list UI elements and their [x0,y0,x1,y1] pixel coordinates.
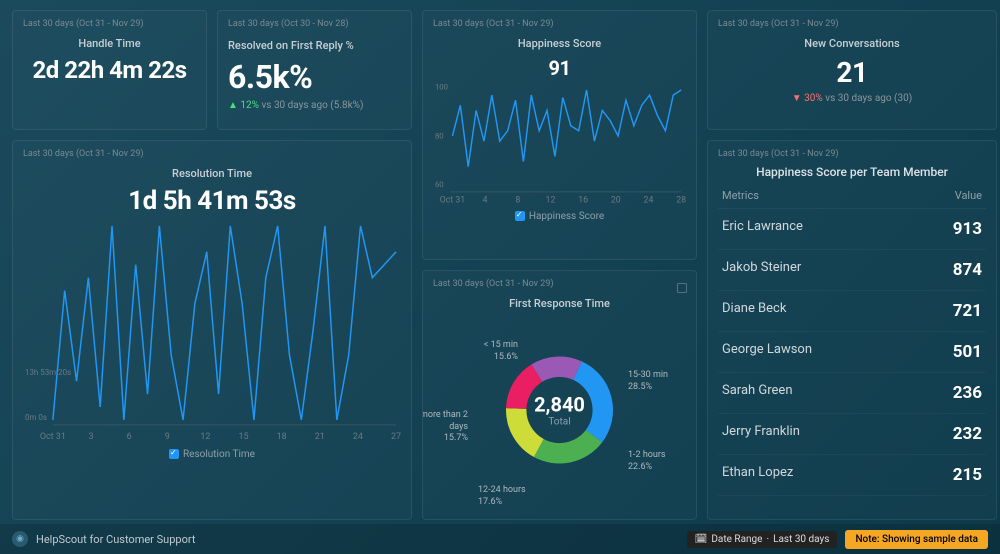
metric-value: 21 [718,56,986,89]
svg-text:100: 100 [435,83,448,92]
chart-legend[interactable]: Resolution Time [23,449,401,460]
member-value: 721 [953,301,982,321]
arrow-down-icon: ▼ [792,93,804,104]
svg-text:9: 9 [165,432,170,442]
svg-text:12: 12 [200,432,210,442]
metric-value: 6.5k% [228,58,401,96]
member-value: 913 [953,219,982,239]
svg-text:6: 6 [127,432,132,442]
svg-text:13h 53m 20s: 13h 53m 20s [25,368,71,377]
date-range-label: Last 30 days (Oct 30 - Nov 28) [228,19,401,29]
member-name: Sarah Green [722,383,793,403]
date-range-label: Last 30 days (Oct 31 - Nov 29) [718,149,986,159]
card-title: Resolved on First Reply % [228,39,401,52]
brand-title: HelpScout for Customer Support [36,533,195,546]
sample-data-note: Note: Showing sample data [845,530,988,549]
donut-slice-label: more than 2 days15.7% [422,410,468,445]
card-title: Happiness Score [433,37,686,50]
svg-text:16: 16 [578,196,588,206]
date-range-picker[interactable]: 🗓 Date Range · Last 30 days [687,531,838,548]
metric-value: 2d 22h 4m 22s [23,56,196,84]
card-title: First Response Time [433,297,686,310]
member-name: Ethan Lopez [722,465,793,485]
member-name: Jakob Steiner [722,260,801,280]
member-name: Jerry Franklin [722,424,800,444]
arrow-up-icon: ▲ [228,100,240,111]
card-title: Happiness Score per Team Member [718,165,986,179]
donut-center: 2,840 Total [534,393,585,428]
checkbox-icon[interactable] [515,211,525,221]
svg-text:28: 28 [676,196,686,206]
table-row[interactable]: Sarah Green 236 [718,373,986,414]
svg-text:12: 12 [546,196,556,206]
metric-delta: ▼ 30% vs 30 days ago (30) [718,93,986,104]
table-row[interactable]: Jakob Steiner 874 [718,250,986,291]
date-range-label: Last 30 days (Oct 31 - Nov 29) [433,279,686,289]
svg-text:8: 8 [515,196,520,206]
svg-text:27: 27 [391,432,401,442]
table-row[interactable]: Ethan Lopez 215 [718,455,986,496]
card-happiness-score: Last 30 days (Oct 31 - Nov 29) Happiness… [422,10,697,260]
table-row[interactable]: George Lawson 501 [718,332,986,373]
svg-text:0m 0s: 0m 0s [25,413,47,422]
date-range-label: Last 30 days (Oct 31 - Nov 29) [433,19,686,29]
happiness-line-chart: 100 80 60 Oct 31 4 8 12 16 20 24 28 [433,80,686,207]
member-value: 874 [953,260,982,280]
member-value: 215 [953,465,982,485]
date-range-label: Last 30 days (Oct 31 - Nov 29) [718,19,986,29]
svg-text:21: 21 [315,432,325,442]
card-handle-time: Last 30 days (Oct 31 - Nov 29) Handle Ti… [12,10,207,130]
card-title: New Conversations [718,37,986,50]
svg-text:15: 15 [238,432,248,442]
checkbox-icon[interactable] [169,449,179,459]
card-new-conversations: Last 30 days (Oct 31 - Nov 29) New Conve… [707,10,997,130]
svg-text:20: 20 [611,196,621,206]
date-range-label: Last 30 days (Oct 31 - Nov 29) [23,149,401,159]
card-resolution-time: Last 30 days (Oct 31 - Nov 29) Resolutio… [12,140,412,520]
svg-text:24: 24 [644,196,654,206]
member-value: 232 [953,424,982,444]
donut-slice-label: 1-2 hours22.6% [628,450,666,473]
svg-text:60: 60 [435,180,444,189]
svg-text:Oct 31: Oct 31 [440,196,465,206]
chart-legend[interactable]: Happiness Score [433,211,686,222]
card-first-response-time: Last 30 days (Oct 31 - Nov 29) First Res… [422,270,697,520]
brand-logo-icon: ◉ [12,531,28,547]
svg-text:18: 18 [277,432,287,442]
svg-text:24: 24 [353,432,363,442]
donut-slice-label: 15-30 min28.5% [628,370,668,393]
svg-text:3: 3 [88,432,93,442]
card-team-happiness: Last 30 days (Oct 31 - Nov 29) Happiness… [707,140,997,520]
member-name: George Lawson [722,342,812,362]
member-name: Diane Beck [722,301,786,321]
donut-chart: 2,840 Total < 15 min15.6% 15-30 min28.5% 1… [433,310,686,510]
svg-text:80: 80 [435,131,444,140]
table-row[interactable]: Jerry Franklin 232 [718,414,986,455]
table-row[interactable]: Diane Beck 721 [718,291,986,332]
donut-slice-label: < 15 min15.6% [458,340,518,363]
svg-text:4: 4 [483,196,488,206]
donut-slice-label: 12-24 hours17.6% [478,485,526,508]
card-title: Resolution Time [23,167,401,180]
member-value: 236 [953,383,982,403]
resolution-line-chart: 13h 53m 20s 0m 0s Oct 31 3 6 9 12 15 18 21 24 27 [23,216,401,445]
calendar-icon: 🗓 [695,534,708,545]
member-name: Eric Lawrance [722,219,803,239]
expand-icon[interactable] [676,279,688,291]
date-range-label: Last 30 days (Oct 31 - Nov 29) [23,19,196,29]
card-resolved-first-reply: Last 30 days (Oct 30 - Nov 28) Resolved … [217,10,412,130]
member-value: 501 [953,342,982,362]
metric-delta: ▲ 12% vs 30 days ago (5.8k%) [228,100,401,111]
metric-value: 91 [433,56,686,80]
footer-bar: ◉ HelpScout for Customer Support 🗓 Date … [0,524,1000,554]
table-header: Metrics Value [718,189,986,209]
card-title: Handle Time [23,37,196,50]
metric-value: 1d 5h 41m 53s [23,186,401,216]
table-row[interactable]: Eric Lawrance 913 [718,209,986,250]
svg-text:Oct 31: Oct 31 [40,432,66,442]
